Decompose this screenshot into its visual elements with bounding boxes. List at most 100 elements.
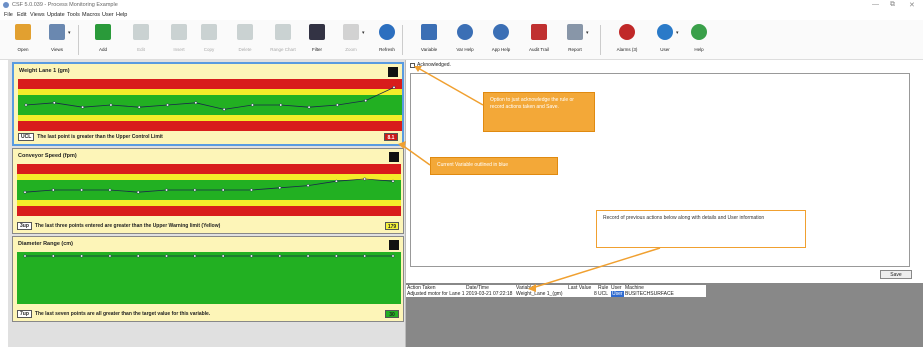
history-cell-datetime: 2019-03-21 07:22:18: [466, 291, 513, 297]
menu-user[interactable]: User: [102, 12, 114, 18]
data-point: [80, 254, 84, 258]
toolbar-views-button[interactable]: Views ▾: [40, 22, 74, 58]
user-icon: [657, 24, 673, 40]
toolbar-report-button[interactable]: Report ▾: [558, 22, 592, 58]
minimize-button[interactable]: —: [872, 1, 879, 8]
data-point: [363, 177, 367, 181]
toolbar-copy-button[interactable]: Copy: [192, 22, 226, 58]
data-point: [250, 188, 253, 192]
data-point: [392, 85, 396, 89]
toolbar-label: Range Chart: [270, 47, 296, 52]
history-cell-variable: Weight_Lane 1_(gm): [516, 291, 563, 297]
rule-message: UCL The last point is greater than the Up…: [18, 133, 163, 141]
toolbar-label: Audit Trail: [528, 47, 549, 52]
toolbar-insert-button[interactable]: Insert: [162, 22, 196, 58]
callout-current-variable: Current Variable outlined in blue: [430, 157, 558, 175]
toolbar-edit-button[interactable]: Edit: [124, 22, 158, 58]
data-point: [23, 190, 27, 194]
toolbar-variable-button[interactable]: Variable: [412, 22, 446, 58]
history-row[interactable]: Adjusted motor for Lane 1 2019-03-21 07:…: [406, 291, 706, 297]
menu-edit[interactable]: Edit: [17, 12, 26, 18]
toolbar-zoom-button[interactable]: Zoom ▾: [334, 22, 368, 58]
control-chart: [17, 252, 401, 304]
chevron-down-icon[interactable]: ▾: [586, 30, 589, 36]
data-point: [108, 188, 112, 192]
toolbar-app-help-button[interactable]: App Help: [484, 22, 518, 58]
data-point: [306, 254, 310, 258]
toolbar-label: Refresh: [379, 47, 395, 52]
data-point: [165, 254, 168, 258]
menu-bar: File Edit Views Update Tools Macros User…: [0, 11, 923, 20]
callout-history-record-text: Record of previous actions below along w…: [603, 215, 765, 221]
data-point: [80, 188, 84, 192]
alarm-icon: [619, 24, 635, 40]
history-cell-action: Adjusted motor for Lane 1: [407, 291, 465, 297]
data-point: [391, 179, 395, 183]
views-icon: [49, 24, 65, 40]
callout-current-variable-text: Current Variable outlined in blue: [437, 162, 509, 168]
chevron-down-icon[interactable]: ▾: [362, 30, 365, 36]
insert-icon: [171, 24, 187, 40]
history-cell-rule: UCL: [598, 291, 609, 297]
variable-menu-icon[interactable]: [389, 152, 399, 162]
toolbar-label: Report: [568, 47, 582, 52]
menu-macros[interactable]: Macros: [82, 12, 100, 18]
menu-help[interactable]: Help: [116, 12, 127, 18]
variable-card[interactable]: Diameter Range (cm) 7up The last seven poi…: [12, 236, 404, 322]
toolbar-filter-button[interactable]: Filter: [300, 22, 334, 58]
toolbar-alarm-button[interactable]: Alarms (3): [610, 22, 644, 58]
variable-menu-icon[interactable]: [388, 67, 398, 77]
toolbar-folder-open-button[interactable]: Open: [6, 22, 40, 58]
toolbar-label: Edit: [137, 47, 145, 52]
toolbar-range-chart-button[interactable]: Range Chart: [266, 22, 300, 58]
toolbar-audit-trail-button[interactable]: Audit Trail: [522, 22, 556, 58]
acknowledged-checkbox[interactable]: [410, 63, 415, 68]
history-cell-lastvalue: 8: [594, 291, 597, 297]
toolbar-label: Open: [17, 47, 29, 52]
audit-trail-icon: [531, 24, 547, 40]
data-point: [52, 101, 56, 105]
menu-file[interactable]: File: [4, 12, 13, 18]
range-chart-icon: [275, 24, 291, 40]
data-point: [221, 188, 225, 192]
variable-title: Weight Lane 1 (gm): [19, 68, 70, 74]
toolbar-label: Delete: [238, 47, 252, 52]
rule-text: The last point is greater than the Upper…: [37, 134, 163, 140]
data-point: [250, 254, 253, 258]
data-point: [109, 103, 113, 107]
save-button[interactable]: Save: [880, 270, 912, 279]
data-point: [136, 190, 140, 194]
toolbar-label: User: [660, 47, 670, 52]
variable-card[interactable]: Conveyor Speed (fpm) 3up The last three po…: [12, 148, 404, 234]
control-chart: [17, 164, 401, 216]
red-zone-lower: [18, 121, 402, 131]
toolbar-label: App Help: [491, 47, 511, 52]
variable-card[interactable]: Weight Lane 1 (gm) UCL The last point is g…: [12, 62, 404, 146]
toolbar-var-help-button[interactable]: Var Help: [448, 22, 482, 58]
chevron-down-icon[interactable]: ▾: [676, 30, 679, 36]
history-cell-machine: BUSITECHSURFACE: [625, 291, 674, 297]
menu-tools[interactable]: Tools: [67, 12, 80, 18]
toolbar-refresh-button[interactable]: Refresh: [370, 22, 404, 58]
close-button[interactable]: ✕: [909, 1, 915, 9]
chevron-down-icon[interactable]: ▾: [68, 30, 71, 36]
menu-views[interactable]: Views: [30, 12, 45, 18]
data-point: [306, 184, 310, 188]
rule-code-badge: 7up: [17, 310, 32, 318]
refresh-icon: [379, 24, 395, 40]
control-chart: [18, 79, 402, 131]
yellow-zone-upper: [18, 89, 402, 95]
toolbar-help-button[interactable]: Help: [682, 22, 716, 58]
restore-button[interactable]: ⧉: [890, 1, 895, 9]
toolbar-delete-button[interactable]: Delete: [228, 22, 262, 58]
data-point: [165, 188, 168, 192]
data-point: [363, 254, 367, 258]
app-icon: [3, 2, 9, 8]
toolbar-add-button[interactable]: Add: [86, 22, 120, 58]
toolbar-label: Zoom: [345, 47, 357, 52]
toolbar-user-button[interactable]: User ▾: [648, 22, 682, 58]
variable-menu-icon[interactable]: [389, 240, 399, 250]
last-value-badge: 8.1: [384, 133, 398, 141]
red-zone-upper: [18, 79, 402, 89]
menu-update[interactable]: Update: [47, 12, 65, 18]
